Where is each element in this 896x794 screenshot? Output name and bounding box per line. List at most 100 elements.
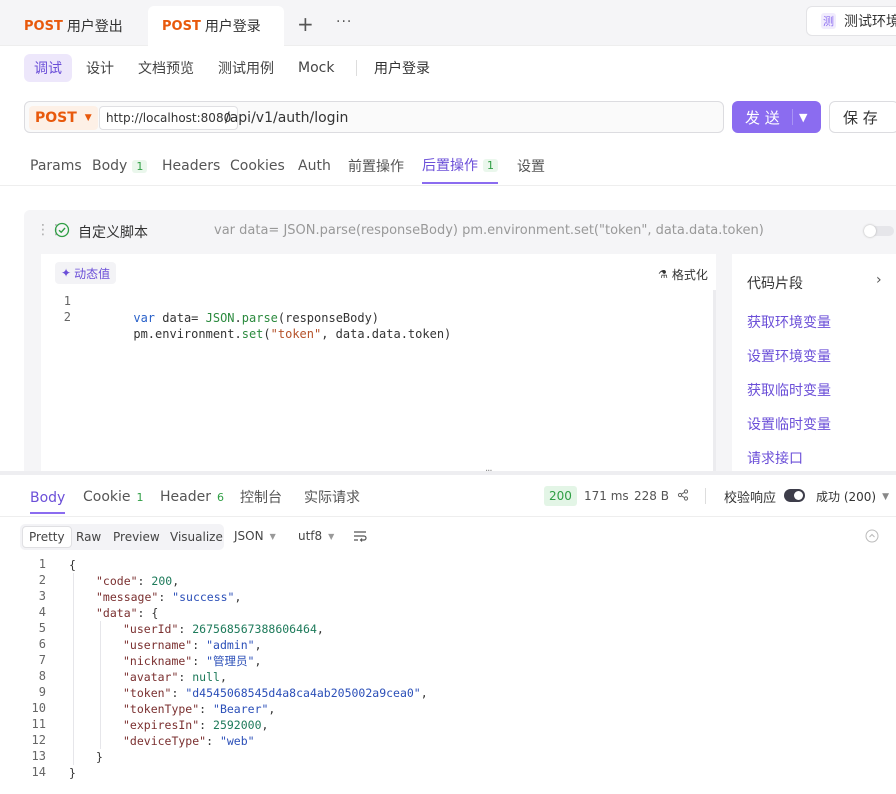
- json-token: "web": [219, 734, 255, 748]
- result-label: 成功 (200): [816, 490, 877, 504]
- indent-guide: [100, 621, 101, 749]
- json-token: 200: [151, 574, 173, 588]
- json-token: :: [199, 718, 214, 732]
- more-tabs-button[interactable]: ···: [336, 14, 352, 30]
- magic-wand-icon: ✦: [61, 266, 72, 280]
- json-token: :: [137, 574, 152, 588]
- json-line: "deviceType": "web": [123, 733, 255, 749]
- line-number: 2: [38, 573, 46, 587]
- save-button[interactable]: 保 存: [829, 101, 896, 133]
- wrap-lines-icon[interactable]: [353, 530, 367, 542]
- tab-headers[interactable]: Headers: [162, 148, 220, 184]
- send-button[interactable]: 发 送 ▼: [732, 101, 821, 133]
- code-editor[interactable]: ✦ 动态值 ⚗ 格式化 1 2 var data= JSON.parse(res…: [41, 254, 716, 472]
- code-line: pm.environment.set("token", data.data.to…: [90, 310, 451, 341]
- line-number: 5: [38, 621, 46, 635]
- chevron-down-icon[interactable]: ▼: [799, 111, 807, 124]
- file-tab-login[interactable]: POST 用户登录: [148, 6, 284, 46]
- divider: [356, 60, 357, 76]
- json-token: : {: [137, 606, 159, 620]
- tab-params[interactable]: Params: [30, 148, 82, 184]
- tab-settings[interactable]: 设置: [517, 148, 545, 184]
- pane-splitter[interactable]: [0, 471, 896, 475]
- resp-tab-actual-request[interactable]: 实际请求: [304, 484, 360, 510]
- snippet-set-temp[interactable]: 设置临时变量: [747, 414, 831, 434]
- format-select[interactable]: JSON ▼: [234, 529, 276, 543]
- tab-doc-preview[interactable]: 文档预览: [128, 54, 204, 82]
- chevron-right-icon[interactable]: ›: [876, 272, 882, 288]
- tab-label: 控制台: [240, 490, 282, 506]
- view-raw[interactable]: Raw: [70, 526, 107, 548]
- tab-auth[interactable]: Auth: [298, 148, 331, 184]
- json-token: "nickname": [123, 654, 193, 668]
- tab-debug[interactable]: 调试: [24, 54, 72, 82]
- snippet-get-temp[interactable]: 获取临时变量: [747, 380, 831, 400]
- drag-handle-icon[interactable]: ···: [485, 466, 492, 477]
- line-number: 6: [38, 637, 46, 651]
- json-token: ,: [316, 622, 324, 636]
- file-tab-bar: POST 用户登出 POST 用户登录 + ··· 测 测试环境: [0, 0, 896, 46]
- file-tab-logout[interactable]: POST 用户登出: [10, 6, 137, 46]
- tab-label: 用户登出: [66, 19, 123, 35]
- path-input[interactable]: [225, 106, 715, 130]
- view-preview[interactable]: Preview: [107, 526, 166, 548]
- enable-toggle[interactable]: [864, 225, 894, 237]
- json-token: "admin": [206, 638, 255, 652]
- tab-cookies[interactable]: Cookies: [230, 148, 285, 184]
- tab-label: Cookie: [83, 489, 131, 505]
- environment-selector[interactable]: 测 测试环境: [806, 6, 896, 36]
- response-time: 171 ms: [584, 489, 629, 503]
- encoding-select[interactable]: utf8 ▼: [298, 529, 334, 543]
- json-token: "deviceType": [123, 734, 207, 748]
- json-token: {: [69, 558, 76, 572]
- view-pretty[interactable]: Pretty: [22, 526, 72, 548]
- divider: [792, 109, 793, 125]
- json-token: "code": [96, 574, 138, 588]
- resp-tab-console[interactable]: 控制台: [240, 484, 282, 510]
- json-token: "avatar": [123, 670, 179, 684]
- snippet-get-env[interactable]: 获取环境变量: [747, 312, 831, 332]
- tab-post-request[interactable]: 后置操作 1: [422, 148, 498, 184]
- resp-tab-body[interactable]: Body: [30, 484, 66, 514]
- format-label: 格式化: [671, 268, 708, 282]
- resp-tab-cookie[interactable]: Cookie 1: [83, 484, 148, 510]
- share-icon[interactable]: [677, 489, 689, 501]
- tab-body[interactable]: Body 1: [92, 148, 148, 184]
- snippet-send-request[interactable]: 请求接口: [747, 448, 803, 468]
- format-button[interactable]: ⚗ 格式化: [658, 266, 708, 283]
- response-size: 228 B: [634, 489, 669, 503]
- dynamic-value-button[interactable]: ✦ 动态值: [55, 262, 117, 284]
- result-select[interactable]: 成功 (200) ▼: [816, 488, 889, 505]
- base-url-prefix[interactable]: http://localhost:8080: [99, 106, 239, 130]
- tab-pre-request[interactable]: 前置操作: [348, 148, 404, 184]
- indent-guide: [73, 573, 74, 765]
- method-label: POST: [162, 18, 201, 34]
- validate-toggle[interactable]: [784, 489, 805, 502]
- url-bar: POST ▼ http://localhost:8080: [24, 101, 724, 133]
- json-line: "userId": 267568567388606464,: [123, 621, 324, 637]
- send-label: 发 送: [745, 108, 780, 127]
- tab-label: Cookies: [230, 158, 285, 174]
- scrollbar[interactable]: [713, 290, 716, 472]
- resp-tab-header[interactable]: Header 6: [160, 484, 228, 510]
- json-token: "userId": [123, 622, 179, 636]
- json-token: :: [192, 654, 207, 668]
- json-line: }: [69, 765, 76, 781]
- tab-design[interactable]: 设计: [76, 54, 124, 82]
- json-token: "tokenType": [123, 702, 200, 716]
- json-token: "username": [123, 638, 193, 652]
- add-tab-button[interactable]: +: [297, 12, 314, 36]
- view-visualize[interactable]: Visualize: [164, 526, 229, 548]
- tab-mock[interactable]: Mock: [288, 54, 344, 82]
- method-select[interactable]: POST ▼: [29, 106, 98, 130]
- json-token: "success": [172, 590, 235, 604]
- json-token: 2592000: [213, 718, 262, 732]
- snippet-set-env[interactable]: 设置环境变量: [747, 346, 831, 366]
- line-number: 1: [63, 294, 71, 308]
- scroll-top-icon[interactable]: [865, 529, 879, 543]
- tab-label: 设置: [517, 159, 545, 175]
- json-line: "avatar": null,: [123, 669, 227, 685]
- tab-label: Body: [30, 490, 66, 506]
- tab-test-cases[interactable]: 测试用例: [208, 54, 284, 82]
- json-line: "expiresIn": 2592000,: [123, 717, 268, 733]
